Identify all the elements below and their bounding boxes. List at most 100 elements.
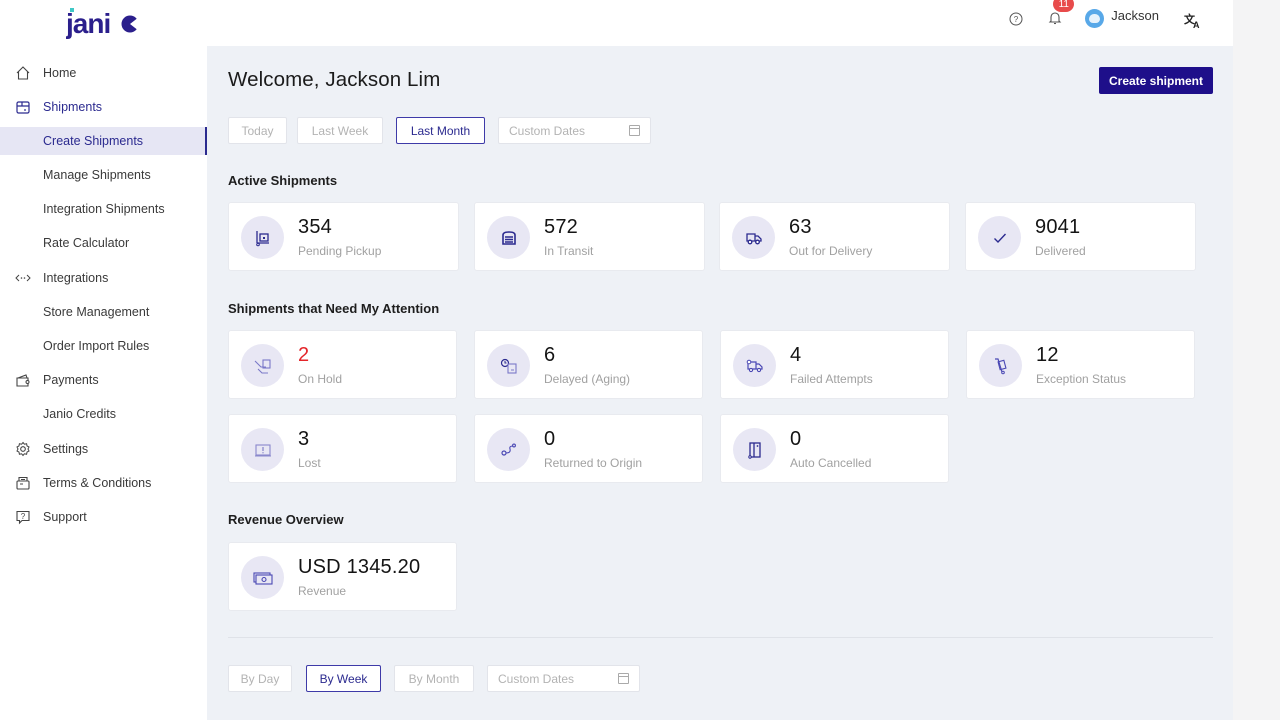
translate-icon[interactable]: 文A	[1183, 11, 1203, 31]
notification-count-badge: 11	[1053, 0, 1075, 12]
stat-card-exception-status[interactable]: 12 Exception Status	[966, 330, 1195, 399]
sidebar-item-settings[interactable]: Settings	[0, 435, 207, 463]
stat-card-pending-pickup[interactable]: 354 Pending Pickup	[228, 202, 459, 271]
stat-value: 9041	[1035, 216, 1081, 238]
sidebar-item-label: Shipments	[43, 100, 103, 114]
stat-value: 3	[298, 428, 310, 450]
sidebar-item-label: Order Import Rules	[43, 339, 150, 353]
custom-dates-picker[interactable]: Custom Dates	[498, 117, 651, 144]
revenue-label: Revenue	[298, 584, 347, 598]
filter-last-month[interactable]: Last Month	[396, 117, 485, 144]
check-icon	[978, 216, 1021, 259]
custom-dates-placeholder: Custom Dates	[509, 123, 586, 138]
sidebar-item-label: Janio Credits	[43, 407, 116, 421]
sidebar-item-create-shipments[interactable]: Create Shipments	[0, 127, 207, 155]
gear-icon	[14, 440, 32, 458]
create-shipment-button[interactable]: Create shipment	[1099, 67, 1213, 94]
filter-by-month[interactable]: By Month	[394, 665, 474, 692]
stat-card-revenue[interactable]: USD 1345.20 Revenue	[228, 542, 457, 611]
cancelled-door-icon	[733, 428, 776, 471]
sidebar-item-terms-conditions[interactable]: Terms & Conditions	[0, 469, 207, 497]
sidebar-item-shipments[interactable]: Shipments	[0, 93, 207, 121]
stat-label: Failed Attempts	[790, 372, 873, 386]
stat-card-auto-cancelled[interactable]: 0 Auto Cancelled	[720, 414, 949, 483]
sidebar-item-label: Payments	[43, 373, 99, 387]
stat-card-on-hold[interactable]: 2 On Hold	[228, 330, 457, 399]
stat-card-returned-to-origin[interactable]: 0 Returned to Origin	[474, 414, 703, 483]
document-icon	[14, 474, 32, 492]
sidebar-item-manage-shipments[interactable]: Manage Shipments	[0, 161, 207, 189]
svg-text:A: A	[1193, 20, 1200, 29]
sidebar-item-janio-credits[interactable]: Janio Credits	[0, 400, 207, 428]
stat-value: 2	[298, 344, 310, 366]
stat-label: Delayed (Aging)	[544, 372, 631, 386]
calendar-icon	[618, 673, 629, 684]
top-right-controls: ? 11 Jackson 文A	[1006, 0, 1203, 36]
section-title-attention: Shipments that Need My Attention	[228, 301, 440, 316]
sidebar-item-store-management[interactable]: Store Management	[0, 298, 207, 326]
stat-value: 354	[298, 216, 332, 238]
stat-value: 6	[544, 344, 556, 366]
delivery-truck-icon	[732, 216, 775, 259]
avatar	[1085, 8, 1105, 28]
stat-card-in-transit[interactable]: 572 In Transit	[474, 202, 705, 271]
wallet-icon	[14, 371, 32, 389]
user-name: Jackson	[1111, 7, 1159, 23]
filter-today[interactable]: Today	[228, 117, 287, 144]
section-title-revenue: Revenue Overview	[228, 512, 344, 527]
sidebar-item-label: Store Management	[43, 305, 150, 319]
stat-card-delivered[interactable]: 9041 Delivered	[965, 202, 1196, 271]
calendar-icon	[629, 125, 640, 136]
stat-card-delayed-aging[interactable]: 6 Delayed (Aging)	[474, 330, 703, 399]
stat-card-failed-attempts[interactable]: 4 Failed Attempts	[720, 330, 949, 399]
sidebar-item-order-import-rules[interactable]: Order Import Rules	[0, 332, 207, 360]
sidebar-item-label: Settings	[43, 442, 89, 456]
section-divider	[228, 637, 1213, 638]
sidebar-item-integrations[interactable]: Integrations	[0, 264, 207, 292]
sidebar-item-rate-calculator[interactable]: Rate Calculator	[0, 229, 207, 257]
help-circle-icon[interactable]: ?	[1006, 9, 1026, 29]
stat-card-out-for-delivery[interactable]: 63 Out for Delivery	[719, 202, 950, 271]
section-title-active-shipments: Active Shipments	[228, 173, 338, 188]
user-menu[interactable]: Jackson	[1085, 7, 1159, 28]
filter-by-day[interactable]: By Day	[228, 665, 292, 692]
stat-value: 4	[790, 344, 802, 366]
stat-label: Out for Delivery	[789, 244, 873, 258]
stat-label: Delivered	[1035, 244, 1086, 258]
code-link-icon	[14, 269, 32, 287]
support-icon: ?	[14, 508, 32, 526]
stat-card-lost[interactable]: 3 Lost	[228, 414, 457, 483]
filter-by-week[interactable]: By Week	[306, 665, 381, 692]
sidebar-nav: Home Shipments Create Shipments Manage S…	[0, 46, 207, 720]
cash-icon	[241, 556, 284, 599]
app-window: jani ? 11 Jackson 文A Home Shipments Crea…	[0, 0, 1233, 720]
filter-last-week[interactable]: Last Week	[297, 117, 383, 144]
stat-value: 572	[544, 216, 578, 238]
stat-label: On Hold	[298, 372, 343, 386]
sidebar-item-home[interactable]: Home	[0, 59, 207, 87]
custom-dates-placeholder: Custom Dates	[498, 671, 575, 686]
stat-label: Exception Status	[1036, 372, 1127, 386]
sidebar-item-integration-shipments[interactable]: Integration Shipments	[0, 195, 207, 223]
stat-value: 12	[1036, 344, 1059, 366]
custom-dates-picker-chart[interactable]: Custom Dates	[487, 665, 640, 692]
sidebar-item-support[interactable]: ? Support	[0, 503, 207, 531]
stat-value: 0	[544, 428, 556, 450]
janio-logo[interactable]: jani	[66, 4, 146, 44]
sidebar-item-label: Create Shipments	[43, 134, 144, 148]
page-title: Welcome, Jackson Lim	[228, 68, 441, 91]
sidebar-item-label: Home	[43, 66, 77, 80]
svg-text:?: ?	[1014, 15, 1019, 24]
warehouse-icon	[487, 216, 530, 259]
revenue-value: USD 1345.20	[298, 556, 421, 578]
sidebar-item-label: Support	[43, 510, 87, 524]
lost-package-icon	[241, 428, 284, 471]
bell-icon	[1048, 12, 1062, 25]
stat-label: Returned to Origin	[544, 456, 643, 470]
notifications-button[interactable]: 11	[1045, 0, 1075, 28]
sidebar-item-payments[interactable]: Payments	[0, 366, 207, 394]
stat-value: 0	[790, 428, 802, 450]
trolley-box-icon	[241, 216, 284, 259]
hand-package-icon	[241, 344, 284, 387]
stat-label: Pending Pickup	[298, 244, 382, 258]
